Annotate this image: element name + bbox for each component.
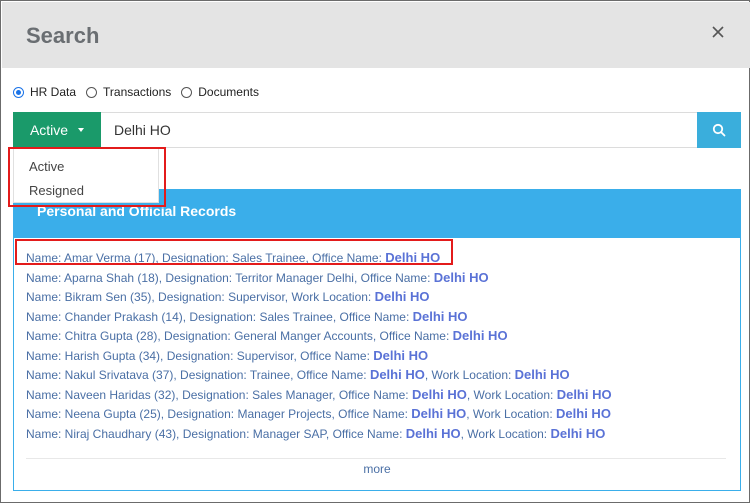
search-type-radios: HR Data Transactions Documents bbox=[13, 84, 269, 100]
more-link[interactable]: more bbox=[14, 462, 740, 476]
caret-down-icon bbox=[78, 128, 85, 132]
radio-button[interactable] bbox=[181, 86, 193, 98]
result-work-location: Delhi HO bbox=[550, 425, 606, 441]
result-location: Delhi HO bbox=[385, 250, 441, 265]
radio-transactions[interactable]: Transactions bbox=[86, 85, 171, 99]
result-location: Delhi HO bbox=[373, 347, 429, 363]
result-location: Delhi HO bbox=[405, 425, 461, 441]
result-row[interactable]: Name: Nakul Srivatava (37), Designation:… bbox=[26, 365, 726, 385]
result-row[interactable]: Name: Niraj Chaudhary (43), Designation:… bbox=[26, 424, 726, 444]
result-text: Name: Niraj Chaudhary (43), Designation:… bbox=[26, 426, 406, 441]
result-text: Name: Bikram Sen (35), Designation: Supe… bbox=[26, 290, 375, 304]
result-location: Delhi HO bbox=[452, 328, 508, 343]
result-row[interactable]: Name: Harish Gupta (34), Designation: Su… bbox=[26, 346, 726, 366]
result-row[interactable]: Name: Bikram Sen (35), Designation: Supe… bbox=[26, 287, 726, 307]
close-button[interactable] bbox=[708, 22, 728, 42]
result-row[interactable]: Name: Naveen Haridas (32), Designation: … bbox=[26, 385, 726, 405]
result-text: Name: Chander Prakash (14), Designation:… bbox=[26, 309, 413, 324]
result-text: Name: Neena Gupta (25), Designation: Man… bbox=[26, 407, 412, 421]
result-text: , Work Location: bbox=[466, 407, 557, 421]
results-list: Name: Amar Verma (17), Designation: Sale… bbox=[26, 248, 726, 443]
search-button[interactable] bbox=[697, 112, 741, 148]
status-dropdown-menu: Active Resigned bbox=[13, 147, 159, 203]
radio-label: HR Data bbox=[30, 85, 77, 99]
results-panel: Personal and Official Records Name: Amar… bbox=[13, 189, 741, 491]
modal-header: Search bbox=[2, 2, 750, 68]
result-location: Delhi HO bbox=[433, 269, 489, 285]
result-location: Delhi HO bbox=[412, 308, 468, 324]
panel-title: Personal and Official Records bbox=[37, 203, 237, 219]
status-button-label: Active bbox=[29, 122, 69, 138]
close-icon bbox=[712, 26, 724, 38]
dropdown-item-resigned[interactable]: Resigned bbox=[29, 183, 84, 198]
status-dropdown-button[interactable]: Active bbox=[13, 112, 101, 148]
result-row[interactable]: Name: Aparna Shah (18), Designation: Ter… bbox=[26, 268, 726, 288]
modal-title: Search bbox=[26, 23, 100, 48]
result-location: Delhi HO bbox=[411, 386, 467, 402]
result-work-location: Delhi HO bbox=[556, 386, 612, 402]
radio-documents[interactable]: Documents bbox=[181, 85, 259, 99]
result-text: Name: Harish Gupta (34), Designation: Su… bbox=[26, 348, 374, 363]
result-text: Name: Chitra Gupta (28), Designation: Ge… bbox=[26, 329, 453, 343]
dropdown-item-active[interactable]: Active bbox=[29, 159, 64, 174]
result-row[interactable]: Name: Neena Gupta (25), Designation: Man… bbox=[26, 404, 726, 424]
search-bar: Active bbox=[13, 112, 741, 148]
radio-hr-data[interactable]: HR Data bbox=[13, 85, 76, 99]
radio-label: Documents bbox=[198, 85, 259, 99]
result-text: Name: Nakul Srivatava (37), Designation:… bbox=[26, 368, 370, 382]
result-row[interactable]: Name: Chander Prakash (14), Designation:… bbox=[26, 307, 726, 327]
result-work-location: Delhi HO bbox=[514, 367, 570, 382]
search-icon bbox=[712, 123, 726, 137]
result-text: Name: Amar Verma (17), Designation: Sale… bbox=[26, 251, 386, 265]
result-text: , Work Location: bbox=[460, 426, 551, 441]
result-location: Delhi HO bbox=[374, 289, 430, 304]
result-text: , Work Location: bbox=[466, 387, 557, 402]
result-location: Delhi HO bbox=[369, 367, 425, 382]
result-location: Delhi HO bbox=[411, 406, 467, 421]
divider bbox=[26, 458, 726, 459]
result-text: , Work Location: bbox=[424, 368, 515, 382]
result-text: Name: Naveen Haridas (32), Designation: … bbox=[26, 387, 412, 402]
radio-label: Transactions bbox=[103, 85, 172, 99]
result-text: Name: Aparna Shah (18), Designation: Ter… bbox=[26, 270, 434, 285]
radio-button[interactable] bbox=[86, 86, 98, 98]
radio-button[interactable] bbox=[13, 86, 24, 98]
search-input[interactable] bbox=[114, 120, 694, 140]
result-work-location: Delhi HO bbox=[556, 406, 611, 421]
search-modal: Search HR Data Transactions Documents Ac… bbox=[0, 0, 750, 503]
result-row[interactable]: Name: Amar Verma (17), Designation: Sale… bbox=[26, 248, 726, 268]
result-row[interactable]: Name: Chitra Gupta (28), Designation: Ge… bbox=[26, 326, 726, 346]
